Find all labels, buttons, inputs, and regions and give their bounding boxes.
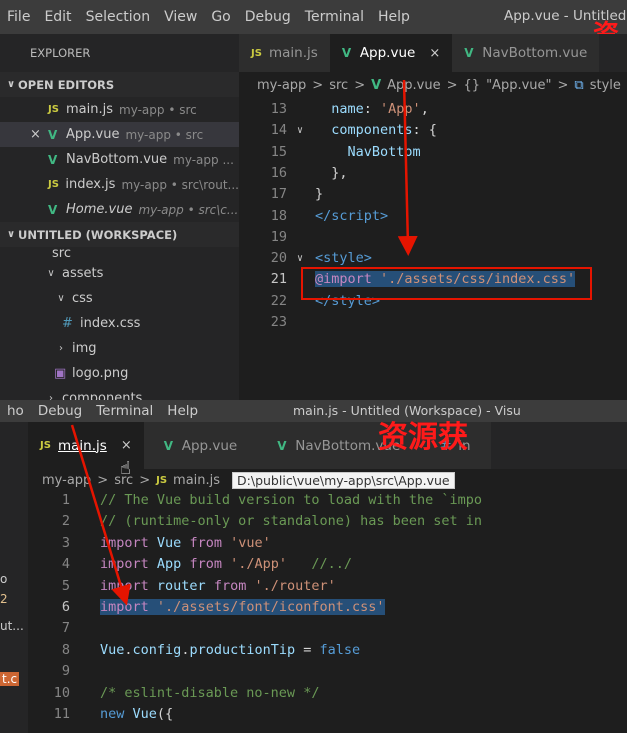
- annotation-arrows: [70, 79, 418, 606]
- arrow-bottom: [70, 424, 131, 606]
- arrow-top: [397, 79, 418, 256]
